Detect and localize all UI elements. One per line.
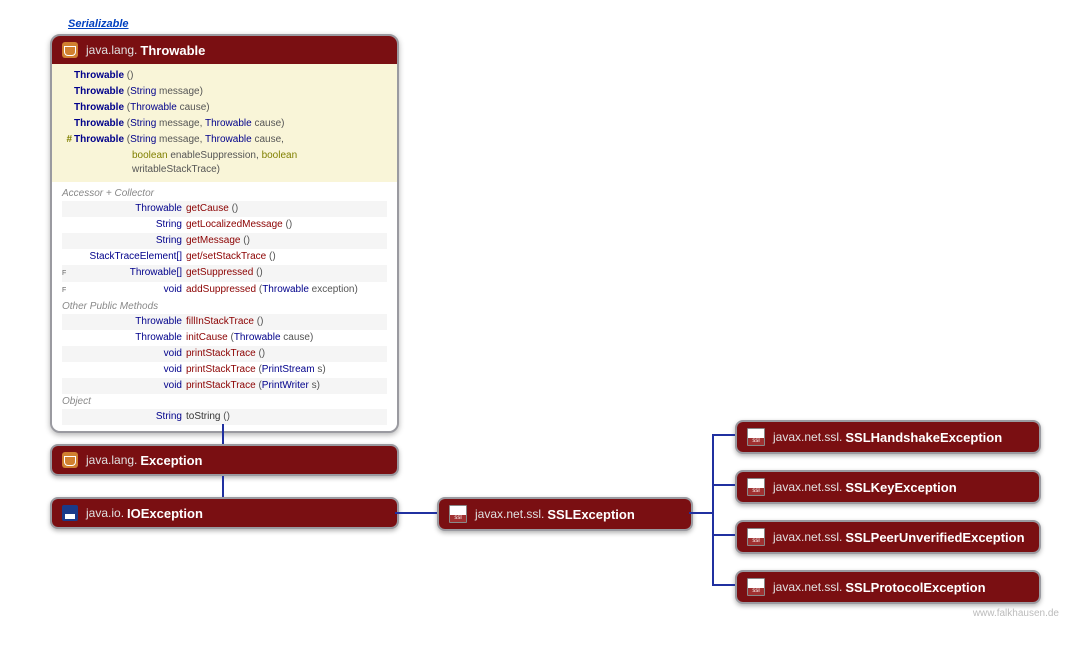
cup-icon [62, 42, 78, 58]
section-label: Other Public Methods [62, 299, 387, 314]
params: () [257, 315, 264, 329]
return-type: Throwable [70, 202, 182, 216]
class-name: SSLHandshakeException [845, 430, 1002, 445]
ssl-icon [747, 478, 765, 496]
exception-class[interactable]: java.lang.Exception [50, 444, 399, 476]
pkg: javax.net.ssl. [475, 507, 544, 521]
method[interactable]: toString [186, 410, 220, 424]
return-type: void [70, 283, 182, 297]
connector [712, 434, 735, 436]
return-type: Throwable [70, 315, 182, 329]
ctor-params: () [127, 69, 134, 83]
method[interactable]: initCause [186, 331, 228, 345]
watermark: www.falkhausen.de [973, 608, 1059, 619]
connector [712, 484, 735, 486]
section-label: Object [62, 394, 387, 409]
sslhandshake-class[interactable]: javax.net.ssl.SSLHandshakeException [735, 420, 1041, 454]
connector [395, 512, 437, 514]
return-type: Throwable[] [70, 266, 182, 280]
protected-modifier: # [62, 133, 72, 147]
disk-icon [62, 505, 78, 521]
method[interactable]: getSuppressed [186, 266, 253, 280]
ctor[interactable]: Throwable [74, 117, 124, 131]
params: () [258, 347, 265, 361]
final-marker: F [62, 267, 70, 281]
method[interactable]: printStackTrace [186, 379, 256, 393]
connector [222, 476, 224, 497]
connector [689, 512, 714, 514]
params: () [223, 410, 230, 424]
method[interactable]: getLocalizedMessage [186, 218, 283, 232]
throwable-name: Throwable [140, 43, 205, 58]
serializable-label[interactable]: Serializable [68, 18, 129, 30]
cup-icon [62, 452, 78, 468]
class-name: SSLProtocolException [845, 580, 985, 595]
params: () [286, 218, 293, 232]
return-type: String [70, 410, 182, 424]
pkg: java.lang. [86, 453, 137, 467]
return-type: void [70, 363, 182, 377]
params: () [269, 250, 276, 264]
throwable-pkg: java.lang. [86, 43, 137, 57]
method[interactable]: fillInStackTrace [186, 315, 254, 329]
method[interactable]: printStackTrace [186, 347, 256, 361]
ctor[interactable]: Throwable [74, 69, 124, 83]
class-name: SSLException [547, 507, 634, 522]
return-type: void [70, 347, 182, 361]
class-name: SSLPeerUnverifiedException [845, 530, 1024, 545]
return-type: String [70, 218, 182, 232]
class-name: SSLKeyException [845, 480, 956, 495]
final-marker: F [62, 284, 70, 298]
params: () [256, 266, 263, 280]
class-name: IOException [127, 506, 203, 521]
pkg: java.io. [86, 506, 124, 520]
section-label: Accessor + Collector [62, 186, 387, 201]
ctor[interactable]: Throwable [74, 85, 124, 99]
method[interactable]: getMessage [186, 234, 240, 248]
ssl-icon [747, 578, 765, 596]
method[interactable]: printStackTrace [186, 363, 256, 377]
sslkey-class[interactable]: javax.net.ssl.SSLKeyException [735, 470, 1041, 504]
pkg: javax.net.ssl. [773, 530, 842, 544]
ssl-icon [449, 505, 467, 523]
pkg: javax.net.ssl. [773, 580, 842, 594]
connector [712, 534, 735, 536]
connector [712, 434, 714, 586]
method[interactable]: addSuppressed [186, 283, 256, 297]
pkg: javax.net.ssl. [773, 480, 842, 494]
params: () [243, 234, 250, 248]
throwable-class: java.lang. Throwable Throwable () Throwa… [50, 34, 399, 433]
sslexception-class[interactable]: javax.net.ssl.SSLException [437, 497, 693, 531]
throwable-header[interactable]: java.lang. Throwable [52, 36, 397, 64]
constructor-section: Throwable () Throwable (String message) … [52, 64, 397, 182]
ssl-icon [747, 428, 765, 446]
return-type: String [70, 234, 182, 248]
class-name: Exception [140, 453, 202, 468]
connector [712, 584, 735, 586]
params: () [232, 202, 239, 216]
method[interactable]: getCause [186, 202, 229, 216]
return-type: StackTraceElement[] [70, 250, 182, 264]
ctor[interactable]: Throwable [74, 133, 124, 147]
method[interactable]: get/setStackTrace [186, 250, 266, 264]
return-type: void [70, 379, 182, 393]
ctor[interactable]: Throwable [74, 101, 124, 115]
sslpeer-class[interactable]: javax.net.ssl.SSLPeerUnverifiedException [735, 520, 1041, 554]
ssl-icon [747, 528, 765, 546]
sslprotocol-class[interactable]: javax.net.ssl.SSLProtocolException [735, 570, 1041, 604]
ioexception-class[interactable]: java.io.IOException [50, 497, 399, 529]
pkg: javax.net.ssl. [773, 430, 842, 444]
methods-section: Accessor + Collector Throwable getCause (… [52, 182, 397, 431]
return-type: Throwable [70, 331, 182, 345]
connector [222, 424, 224, 444]
